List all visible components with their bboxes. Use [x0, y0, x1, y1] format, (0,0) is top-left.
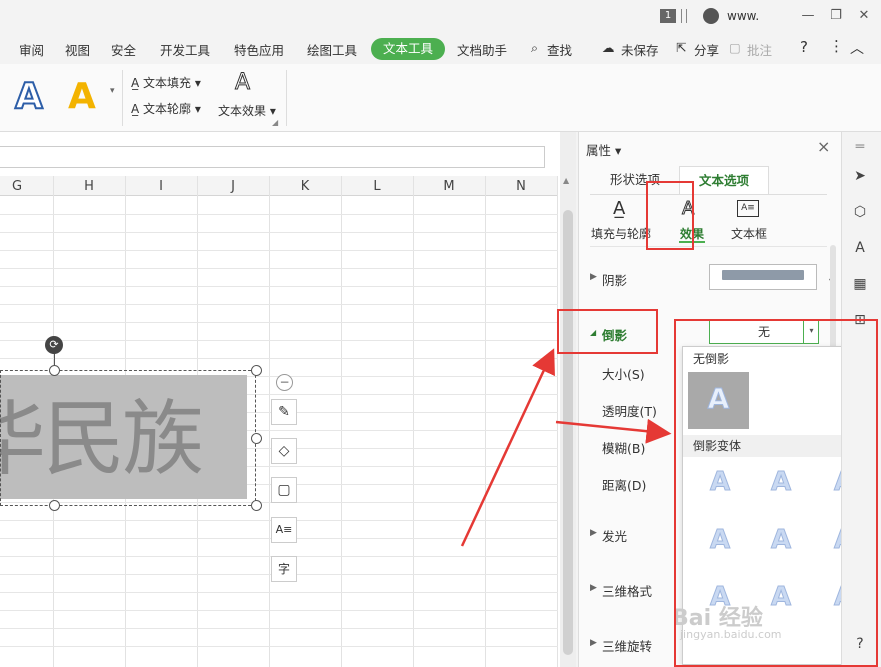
annotation-arrow — [555, 418, 672, 444]
annotation-arrow — [460, 348, 555, 547]
annotation-arrows — [460, 348, 672, 547]
